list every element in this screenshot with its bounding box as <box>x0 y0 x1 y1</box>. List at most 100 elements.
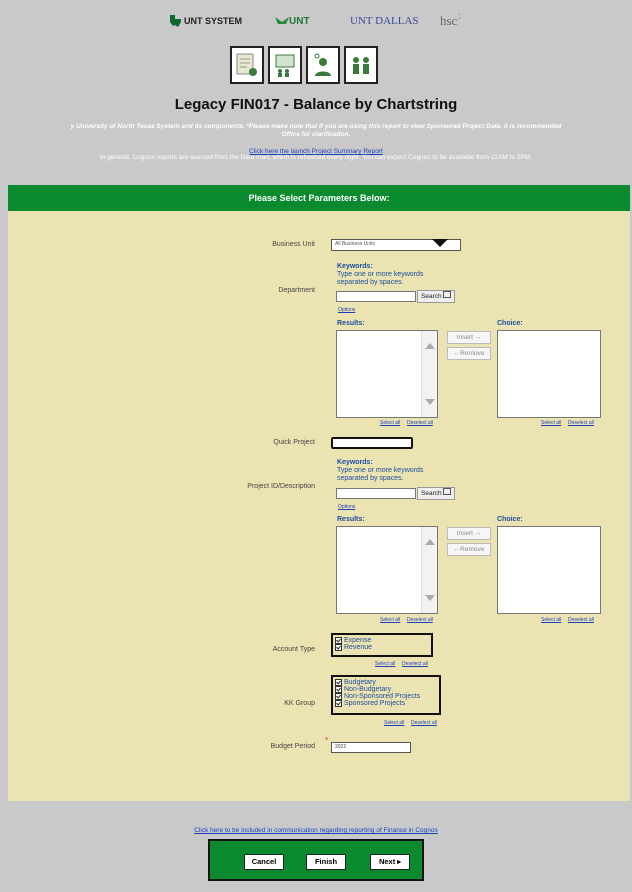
project-keywords-hint: Type one or more keywords separated by s… <box>337 467 424 482</box>
scroll-down-icon <box>425 399 435 405</box>
account-type-option[interactable]: Revenue <box>335 644 429 651</box>
department-choice-list[interactable] <box>497 330 601 418</box>
person-chat-icon <box>306 46 340 84</box>
checkbox-checked-icon[interactable] <box>335 693 342 700</box>
search-button-label: Search <box>421 293 442 300</box>
project-insert-button[interactable]: Insert → <box>447 527 491 540</box>
next-button[interactable]: Next ▸ <box>370 854 410 870</box>
required-indicator: * <box>325 736 329 745</box>
option-label: Expense <box>344 637 372 644</box>
unt-text: UNT <box>289 15 310 27</box>
option-label: Non-Budgetary <box>344 686 392 693</box>
unt-dallas-text: UNT DALLAS <box>350 15 419 27</box>
presentation-icon <box>268 46 302 84</box>
project-choice-deselect-all[interactable]: Deselect all <box>568 617 594 623</box>
kk-group-option[interactable]: Non-Budgetary <box>335 686 437 693</box>
checkbox-checked-icon[interactable] <box>335 679 342 686</box>
unt-dallas-logo: UNT DALLAS <box>350 10 419 32</box>
department-choice-deselect-all[interactable]: Deselect all <box>568 420 594 426</box>
insert-label: Insert <box>456 334 473 341</box>
account-type-select-all[interactable]: Select all <box>375 661 395 667</box>
results-scrollbar[interactable] <box>421 527 437 613</box>
kk-group-option[interactable]: Non-Sponsored Projects <box>335 693 437 700</box>
project-id-label: Project ID/Description <box>247 483 315 490</box>
department-search-button[interactable]: Search <box>417 290 455 303</box>
insert-label: Insert <box>456 530 473 537</box>
unt-system-logo: UNT SYSTEM <box>168 10 242 32</box>
arrow-right-icon: → <box>474 530 482 537</box>
checkbox-checked-icon[interactable] <box>335 700 342 707</box>
quick-project-input[interactable] <box>331 437 413 449</box>
checkbox-checked-icon[interactable] <box>335 686 342 693</box>
info-text: In general, Cognos reports are sourced f… <box>99 154 533 161</box>
results-scrollbar[interactable] <box>421 331 437 417</box>
department-search-input[interactable] <box>336 291 416 302</box>
department-results-select-all[interactable]: Select all <box>380 420 400 426</box>
checkbox-checked-icon[interactable] <box>335 644 342 651</box>
communication-signup-link[interactable]: Click here to be included in communicati… <box>194 827 438 834</box>
kk-group-deselect-all[interactable]: Deselect all <box>411 720 437 726</box>
kk-group-label: KK Group <box>284 700 315 707</box>
chevron-down-icon <box>432 239 448 247</box>
business-unit-value: All Business Units <box>335 241 376 247</box>
scroll-up-icon <box>425 539 435 545</box>
project-choice-list[interactable] <box>497 526 601 614</box>
project-choice-select-all[interactable]: Select all <box>541 617 561 623</box>
people-icon <box>344 46 378 84</box>
finish-button[interactable]: Finish <box>306 854 346 870</box>
footer-button-bar: Cancel Finish Next ▸ <box>208 839 424 881</box>
option-label: Revenue <box>344 644 373 651</box>
parameters-panel <box>8 211 630 801</box>
kk-group-select-all[interactable]: Select all <box>384 720 404 726</box>
quick-project-label: Quick Project <box>273 439 315 446</box>
project-results-label: Results: <box>337 516 365 523</box>
department-results-list[interactable] <box>336 330 438 418</box>
report-document-icon <box>230 46 264 84</box>
checkbox-checked-icon[interactable] <box>335 637 342 644</box>
hsc-dots-icon: ⁚ <box>458 14 461 21</box>
budget-period-value: 2022 <box>335 744 347 750</box>
remove-label: Remove <box>460 546 485 553</box>
department-choice-select-all[interactable]: Select all <box>541 420 561 426</box>
department-label: Department <box>278 287 315 294</box>
texas-shape-icon <box>170 15 181 27</box>
department-choice-label: Choice: <box>497 320 523 327</box>
kk-group-option[interactable]: Sponsored Projects <box>335 700 437 707</box>
department-insert-button[interactable]: Insert → <box>447 331 491 344</box>
notice-line-1: y University of North Texas System and i… <box>70 123 562 130</box>
project-remove-button[interactable]: ←Remove <box>447 543 491 556</box>
department-options-link[interactable]: Options <box>338 307 355 313</box>
kk-group-checklist: Budgetary Non-Budgetary Non-Sponsored Pr… <box>331 675 441 715</box>
department-results-deselect-all[interactable]: Deselect all <box>407 420 433 426</box>
account-type-option[interactable]: Expense <box>335 637 429 644</box>
project-results-list[interactable] <box>336 526 438 614</box>
business-unit-label: Business Unit <box>272 241 315 248</box>
account-type-label: Account Type <box>272 646 315 653</box>
department-remove-button[interactable]: ←Remove <box>447 347 491 360</box>
search-button-label: Search <box>421 490 442 497</box>
hsc-text: hsc <box>440 13 458 28</box>
project-results-deselect-all[interactable]: Deselect all <box>407 617 433 623</box>
budget-period-label: Budget Period <box>270 743 315 750</box>
project-options-link[interactable]: Options <box>338 504 355 510</box>
department-results-label: Results: <box>337 320 365 327</box>
search-icon <box>442 291 451 298</box>
eagle-icon <box>275 17 289 24</box>
project-search-button[interactable]: Search <box>417 487 455 500</box>
search-icon <box>442 488 451 495</box>
option-label: Non-Sponsored Projects <box>344 693 421 700</box>
cancel-button[interactable]: Cancel <box>244 854 284 870</box>
project-results-select-all[interactable]: Select all <box>380 617 400 623</box>
page-title: Legacy FIN017 - Balance by Chartstring <box>174 96 458 113</box>
option-label: Sponsored Projects <box>344 700 406 707</box>
business-unit-select[interactable]: All Business Units <box>331 239 461 251</box>
unt-system-text: UNT SYSTEM <box>184 16 243 26</box>
kk-group-option[interactable]: Budgetary <box>335 679 437 686</box>
account-type-deselect-all[interactable]: Deselect all <box>402 661 428 667</box>
scroll-down-icon <box>425 595 435 601</box>
scroll-up-icon <box>425 343 435 349</box>
department-keywords-title: Keywords: <box>337 263 373 270</box>
project-search-input[interactable] <box>336 488 416 499</box>
budget-period-input[interactable]: 2022 <box>331 742 411 753</box>
project-keywords-title: Keywords: <box>337 459 373 466</box>
